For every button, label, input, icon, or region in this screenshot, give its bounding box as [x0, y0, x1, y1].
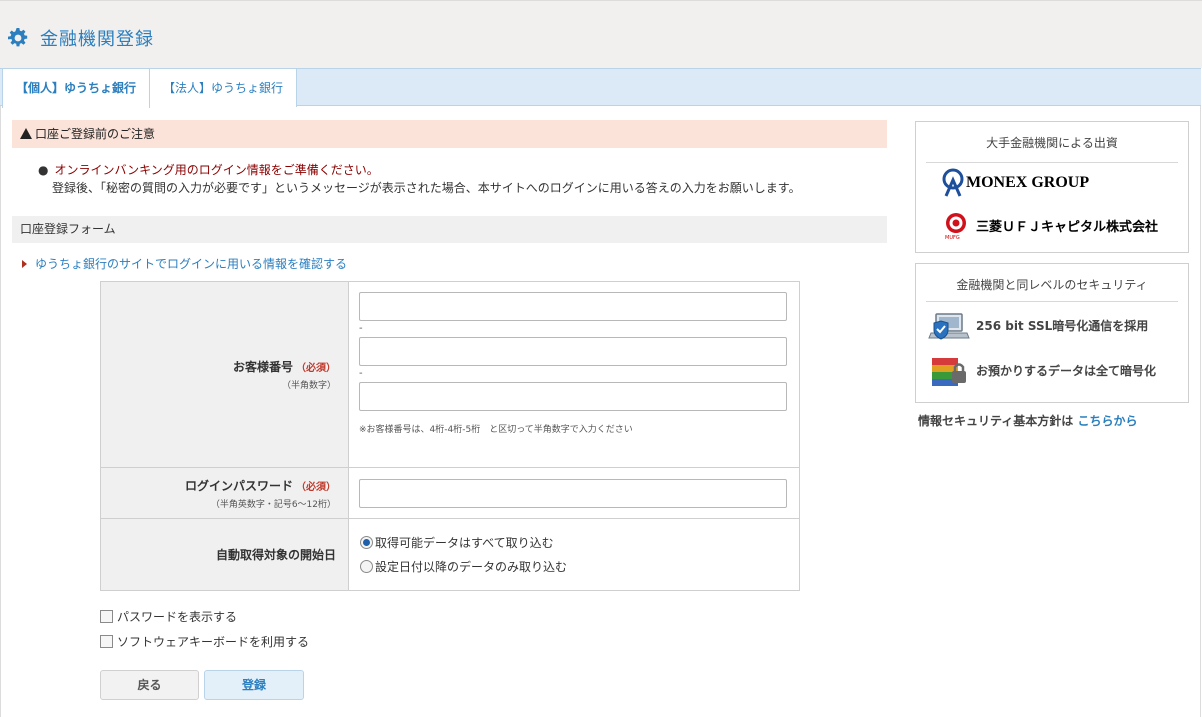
show-password-checkbox[interactable] [100, 610, 113, 623]
radio-option-after-date-label: 設定日付以降のデータのみ取り込む [375, 559, 568, 574]
divider [926, 162, 1178, 163]
mufg-text: 三菱ＵＦＪキャピタル株式会社 [976, 220, 1159, 235]
start-date-label-cell: 自動取得対象の開始日 [100, 518, 349, 591]
mufg-mark-icon [946, 213, 966, 233]
tab-bar: 【個人】ゆうちょ銀行 【法人】ゆうちょ銀行 [0, 68, 1201, 108]
show-password-checkbox-row[interactable]: パスワードを表示する [100, 608, 237, 625]
policy-link[interactable]: こちらから [1077, 414, 1137, 428]
show-password-label: パスワードを表示する [117, 610, 238, 624]
back-button[interactable]: 戻る [100, 670, 199, 700]
separator: - [359, 323, 363, 334]
laptop-shield-icon [928, 313, 970, 340]
notice-header: 口座ご登録前のご注意 [12, 120, 887, 148]
form-row-start-date: 自動取得対象の開始日 取得可能データはすべて取り込む 設定日付以降のデータのみ取… [100, 518, 800, 591]
software-keyboard-checkbox[interactable] [100, 635, 113, 648]
tab-corporate-yucho[interactable]: 【法人】ゆうちょ銀行 [150, 69, 297, 107]
account-form-table: お客様番号 （必須） （半角数字） - - ※お客様番号は、4桁-4桁-5桁 と区… [100, 281, 800, 591]
customer-number-hint: ※お客様番号は、4桁-4桁-5桁 と区切って半角数字で入力ください [359, 425, 633, 435]
divider [926, 301, 1178, 302]
customer-number-sub: （半角数字） [281, 381, 336, 391]
confirm-login-info-link[interactable]: ゆうちょ銀行のサイトでログインに用いる情報を確認する [22, 255, 347, 272]
form-row-password: ログインパスワード （必須） （半角英数字・記号6～12桁） [100, 467, 800, 519]
radio-option-all-label: 取得可能データはすべて取り込む [375, 535, 554, 550]
password-label: ログインパスワード [184, 478, 293, 493]
start-date-label: 自動取得対象の開始日 [215, 548, 336, 562]
notice-line-2: 登録後、「秘密の質問の入力が必要です」というメッセージが表示された場合、本サイト… [52, 181, 801, 195]
mufg-mark-text: MUFG [945, 235, 960, 241]
password-label-cell: ログインパスワード （必須） （半角英数字・記号6～12桁） [100, 467, 349, 519]
security-title: 金融機関と同レベルのセキュリティ [956, 278, 1148, 292]
password-input[interactable] [359, 478, 787, 508]
radio-option-after-date[interactable]: 設定日付以降のデータのみ取り込む [360, 555, 798, 579]
confirm-link-text: ゆうちょ銀行のサイトでログインに用いる情報を確認する [35, 257, 348, 271]
page-title: 金融機関登録 [40, 29, 154, 50]
monex-mark-icon [942, 168, 964, 197]
notice-line-1: オンラインバンキング用のログイン情報をご準備ください。 [54, 163, 379, 177]
notice-title: 口座ご登録前のご注意 [35, 127, 156, 141]
bullet-icon: ● [38, 163, 49, 177]
customer-number-label: お客様番号 [232, 360, 293, 374]
separator: - [359, 368, 363, 379]
required-badge: （必須） [296, 481, 336, 493]
customer-number-input-cell: - - ※お客様番号は、4桁-4桁-5桁 と区切って半角数字で入力ください [348, 281, 800, 468]
form-section-title: 口座登録フォーム [12, 216, 887, 243]
warning-icon [20, 128, 32, 139]
customer-number-input-3[interactable] [359, 382, 787, 411]
notice-item: ● オンラインバンキング用のログイン情報をご準備ください。 [38, 161, 379, 178]
register-button[interactable]: 登録 [204, 670, 304, 700]
ssl-label: 256 bit SSL暗号化通信を採用 [976, 319, 1149, 333]
required-badge: （必須） [296, 363, 336, 374]
form-row-customer-number: お客様番号 （必須） （半角数字） - - ※お客様番号は、4桁-4桁-5桁 と区… [100, 281, 800, 468]
tab-personal-yucho[interactable]: 【個人】ゆうちょ銀行 [2, 69, 150, 108]
monex-text: MONEX GROUP [966, 174, 1090, 191]
customer-number-input-2[interactable] [359, 337, 787, 366]
start-date-options-cell: 取得可能データはすべて取り込む 設定日付以降のデータのみ取り込む [348, 518, 800, 591]
page-header: 金融機関登録 [0, 0, 1202, 68]
investors-title: 大手金融機関による出資 [986, 136, 1118, 150]
customer-number-label-cell: お客様番号 （必須） （半角数字） [100, 281, 349, 468]
password-input-cell [348, 467, 800, 519]
radio-unselected-icon[interactable] [360, 559, 373, 573]
security-box: 金融機関と同レベルのセキュリティ 256 bit SSL暗号化通信を採用 お預か… [915, 263, 1189, 403]
arrow-right-icon [22, 260, 27, 268]
radio-selected-icon[interactable] [360, 535, 373, 549]
radio-option-all[interactable]: 取得可能データはすべて取り込む [360, 531, 798, 555]
gear-icon [8, 28, 28, 47]
investors-box: 大手金融機関による出資 MONEX GROUP MUFG 三菱ＵＦＪキャピタル株… [915, 121, 1189, 253]
encrypted-data-icon [932, 358, 966, 386]
customer-number-input-1[interactable] [359, 292, 787, 321]
software-keyboard-label: ソフトウェアキーボードを利用する [117, 635, 310, 649]
encrypt-label: お預かりするデータは全て暗号化 [976, 364, 1157, 378]
password-sub: （半角英数字・記号6～12桁） [210, 499, 336, 510]
policy-text: 情報セキュリティ基本方針は [918, 414, 1074, 428]
software-keyboard-checkbox-row[interactable]: ソフトウェアキーボードを利用する [100, 633, 309, 650]
security-policy: 情報セキュリティ基本方針は こちらから [918, 412, 1137, 429]
